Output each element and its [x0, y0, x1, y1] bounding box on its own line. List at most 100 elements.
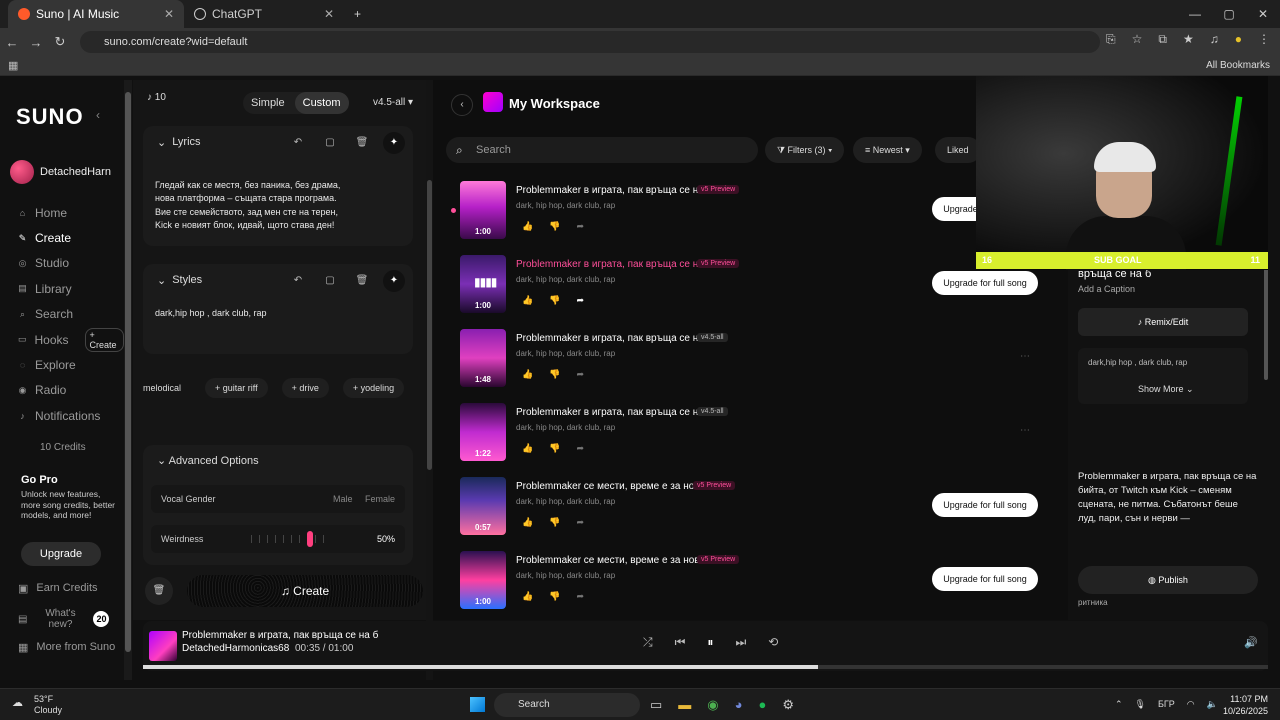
undo-icon[interactable]: ↶: [287, 132, 309, 154]
profile-icon[interactable]: ●: [1235, 32, 1242, 47]
more-from-suno-link[interactable]: ▦ More from Suno: [18, 641, 115, 654]
menu-icon[interactable]: ⋮: [1258, 32, 1270, 47]
earn-credits-link[interactable]: ▣ Earn Credits: [18, 582, 98, 595]
song-cover[interactable]: 0:57: [460, 477, 506, 535]
upgrade-full-song-button[interactable]: Upgrade for full song: [932, 567, 1038, 591]
upgrade-full-song-button[interactable]: Upgrade for full song: [932, 493, 1038, 517]
advanced-options-header[interactable]: ⌄ Advanced Options: [157, 454, 259, 467]
language-indicator[interactable]: БГР: [1158, 699, 1175, 710]
song-title[interactable]: Problemmaker в играта, пак връща се на б: [516, 185, 712, 196]
thumbs-down-icon[interactable]: 👎: [549, 295, 560, 306]
male-option[interactable]: Male: [333, 494, 353, 504]
taskbar-search[interactable]: Search: [494, 693, 640, 717]
hooks-create-button[interactable]: + Create: [84, 327, 124, 352]
song-title[interactable]: Problemmaker в играта, пак връща се на б: [516, 333, 712, 344]
media-icon[interactable]: ♫: [1210, 32, 1219, 47]
song-cover[interactable]: 1:22: [460, 403, 506, 461]
weirdness-slider-thumb[interactable]: [307, 531, 313, 547]
thumbs-up-icon[interactable]: 👍: [522, 295, 533, 306]
close-tab-icon[interactable]: ✕: [324, 7, 334, 21]
more-options-icon[interactable]: ⋯: [1020, 425, 1030, 436]
sidebar-item-create[interactable]: ✎ Create: [18, 225, 124, 250]
publish-button[interactable]: ◍ Publish: [1078, 566, 1258, 594]
remix-edit-button[interactable]: ♪ Remix/Edit: [1078, 308, 1248, 336]
sort-button[interactable]: ≡ Newest ▾: [853, 137, 922, 163]
magic-wand-icon[interactable]: ✦: [383, 270, 405, 292]
sidebar-scrollbar[interactable]: [124, 80, 132, 680]
tray-chevron-icon[interactable]: ⌃: [1115, 699, 1123, 710]
search-input[interactable]: ⌕ Search: [446, 137, 758, 163]
previous-icon[interactable]: ⏮: [675, 635, 686, 650]
create-panel-scrollbar[interactable]: [426, 80, 433, 680]
steam-icon[interactable]: ⚙: [782, 697, 794, 713]
female-option[interactable]: Female: [365, 494, 395, 504]
song-title[interactable]: Problemmaker се мести, време е за нов ст: [516, 481, 712, 492]
weirdness-slider[interactable]: [251, 535, 331, 543]
sidebar-item-home[interactable]: ⌂ Home: [18, 200, 124, 225]
sidebar-item-radio[interactable]: ◉ Radio: [18, 378, 124, 403]
song-row[interactable]: 1:22 Problemmaker в играта, пак връща се …: [460, 403, 1060, 465]
close-tab-icon[interactable]: ✕: [164, 7, 174, 21]
thumbs-up-icon[interactable]: 👍: [522, 369, 533, 380]
styles-textarea[interactable]: dark,hip hop , dark club, rap: [155, 308, 267, 318]
back-icon[interactable]: ←: [0, 35, 24, 50]
close-window-icon[interactable]: ✕: [1246, 0, 1280, 28]
speaker-icon[interactable]: 🔈: [1207, 699, 1218, 710]
sidebar-item-search[interactable]: ⌕ Search: [18, 302, 124, 327]
copy-icon[interactable]: ▢: [319, 132, 341, 154]
favorites-icon[interactable]: ★: [1183, 32, 1194, 47]
url-field[interactable]: suno.com/create?wid=default: [80, 31, 1100, 53]
magic-wand-icon[interactable]: ✦: [383, 132, 405, 154]
tab-chatgpt[interactable]: ChatGPT ✕: [184, 0, 344, 28]
translate-icon[interactable]: ⎘: [1106, 32, 1116, 47]
sidebar-item-library[interactable]: ▤ Library: [18, 276, 124, 301]
styles-header[interactable]: ⌄ Styles: [157, 274, 202, 287]
thumbs-down-icon[interactable]: 👎: [549, 591, 560, 602]
thumbs-down-icon[interactable]: 👎: [549, 443, 560, 454]
add-caption-link[interactable]: Add a Caption: [1078, 284, 1135, 294]
wifi-icon[interactable]: ◠: [1187, 699, 1195, 710]
tag-yodeling[interactable]: + yodeling: [342, 378, 405, 398]
thumbs-down-icon[interactable]: 👎: [549, 221, 560, 232]
song-row[interactable]: 0:57 Problemmaker се мести, време е за но…: [460, 477, 1060, 539]
lyrics-textarea[interactable]: Гледай как се местя, без паника, без дра…: [155, 179, 355, 232]
thumbs-up-icon[interactable]: 👍: [522, 517, 533, 528]
back-icon[interactable]: ‹: [451, 94, 473, 116]
share-icon[interactable]: ➦: [576, 369, 584, 380]
sidebar-item-notifications[interactable]: ♪ Notifications: [18, 403, 124, 428]
song-row[interactable]: 1:00 Problemmaker се мести, време е за но…: [460, 551, 1060, 613]
song-row[interactable]: ▮▮▮▮ 1:00 Problemmaker в играта, пак връща…: [460, 255, 1060, 317]
copy-icon[interactable]: ▢: [319, 270, 341, 292]
chrome-icon[interactable]: ◉: [707, 697, 718, 713]
sidebar-item-studio[interactable]: ◎ Studio: [18, 251, 124, 276]
whats-new-link[interactable]: ▤ What's new? 20: [18, 608, 110, 630]
thumbs-up-icon[interactable]: 👍: [522, 221, 533, 232]
upgrade-button[interactable]: Upgrade: [21, 542, 101, 566]
windows-start-icon[interactable]: [470, 697, 485, 712]
forward-icon[interactable]: →: [24, 35, 48, 50]
minimize-icon[interactable]: —: [1178, 0, 1212, 28]
mode-simple-button[interactable]: Simple: [243, 92, 293, 114]
now-playing-cover[interactable]: [149, 631, 177, 661]
thumbs-up-icon[interactable]: 👍: [522, 591, 533, 602]
user-profile[interactable]: DetachedHarn: [10, 160, 111, 184]
liked-filter-button[interactable]: Liked: [935, 137, 981, 163]
next-icon[interactable]: ⏭: [735, 635, 746, 650]
filters-button[interactable]: ⧩ Filters (3) ▾: [765, 137, 845, 163]
thumbs-down-icon[interactable]: 👎: [549, 369, 560, 380]
share-icon[interactable]: ➦: [576, 443, 584, 454]
song-title[interactable]: Problemmaker се мести, време е за нов ст: [516, 555, 712, 566]
clock[interactable]: 11:07 PM 10/26/2025: [1223, 693, 1268, 717]
file-explorer-icon[interactable]: ▬: [678, 697, 691, 713]
lyrics-header[interactable]: ⌄ Lyrics: [157, 136, 201, 149]
reload-icon[interactable]: ↻: [48, 34, 72, 50]
song-title[interactable]: Problemmaker в играта, пак връща се на б: [516, 259, 712, 270]
microphone-icon[interactable]: 🎙: [1135, 699, 1146, 710]
song-row[interactable]: 1:00 Problemmaker в играта, пак връща се …: [451, 181, 1060, 243]
apps-grid-icon[interactable]: ▦: [8, 59, 18, 72]
pause-icon[interactable]: ⏸: [707, 635, 713, 650]
undo-icon[interactable]: ↶: [287, 270, 309, 292]
maximize-icon[interactable]: ▢: [1212, 0, 1246, 28]
share-icon[interactable]: ➦: [576, 591, 584, 602]
show-more-button[interactable]: Show More ⌄: [1138, 384, 1194, 395]
